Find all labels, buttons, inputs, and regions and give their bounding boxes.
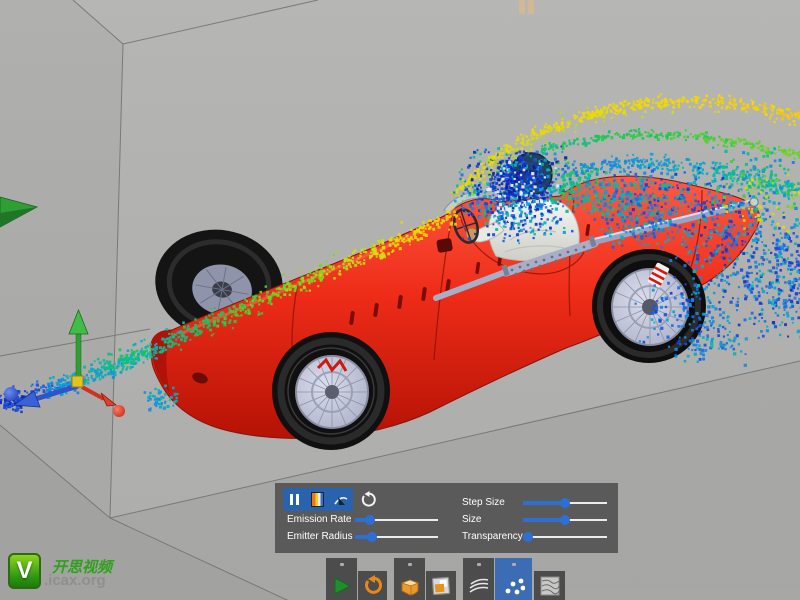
step-size-label: Step Size [462,497,505,508]
size-label: Size [462,514,482,525]
tool-solid[interactable] [394,558,425,600]
tab-dot [476,563,481,566]
application-window: Emission Rate Emitter Radius Step Size S… [0,0,800,600]
particles-icon [505,578,525,595]
icax-logo: V [8,553,41,589]
probe-cursor-icon [334,496,348,505]
solid-box-icon [400,579,419,596]
step-size-slider[interactable] [523,497,607,509]
slider-knob[interactable] [523,532,534,542]
reset-simulation-button[interactable] [359,490,377,508]
slider-knob[interactable] [560,515,570,525]
tool-play[interactable] [326,558,357,600]
front-wheel [272,332,390,450]
logo-letter: V [16,557,33,584]
play-icon [334,577,351,595]
tool-streamlines[interactable] [463,558,494,600]
tool-reset[interactable] [358,571,387,600]
slider-knob[interactable] [364,515,375,525]
reset-icon [361,490,376,507]
probe-button[interactable] [332,491,350,509]
playback-button-group [283,488,353,511]
particle-settings-panel: Emission Rate Emitter Radius Step Size S… [275,483,618,553]
tool-particles[interactable] [495,558,532,600]
emitter-radius-label: Emitter Radius [287,531,353,542]
transparency-label: Transparency [462,531,523,542]
emission-rate-label: Emission Rate [287,514,352,525]
red-handle-sphere[interactable] [113,405,125,417]
pause-icon [290,494,300,505]
blue-handle-sphere[interactable] [4,387,18,401]
transparency-slider[interactable] [523,531,607,543]
emitter-radius-slider[interactable] [355,531,438,543]
emission-rate-slider[interactable] [355,514,438,526]
colormap-icon [311,492,325,507]
slider-knob[interactable] [366,532,377,542]
colormap-button[interactable] [309,491,327,509]
pause-button[interactable] [286,491,304,509]
tab-dot [407,563,412,566]
texture-icon [540,576,559,596]
slider-knob[interactable] [560,498,570,508]
size-slider[interactable] [523,514,607,526]
clipboard-icon [431,576,451,596]
tab-dot [339,563,344,566]
tool-texture[interactable] [534,571,565,600]
streamlines-icon [469,578,488,593]
tool-clipboard[interactable] [426,571,456,600]
reset-icon [364,575,382,594]
watermark-site: .icax.org [44,572,106,589]
tab-dot [511,563,516,566]
